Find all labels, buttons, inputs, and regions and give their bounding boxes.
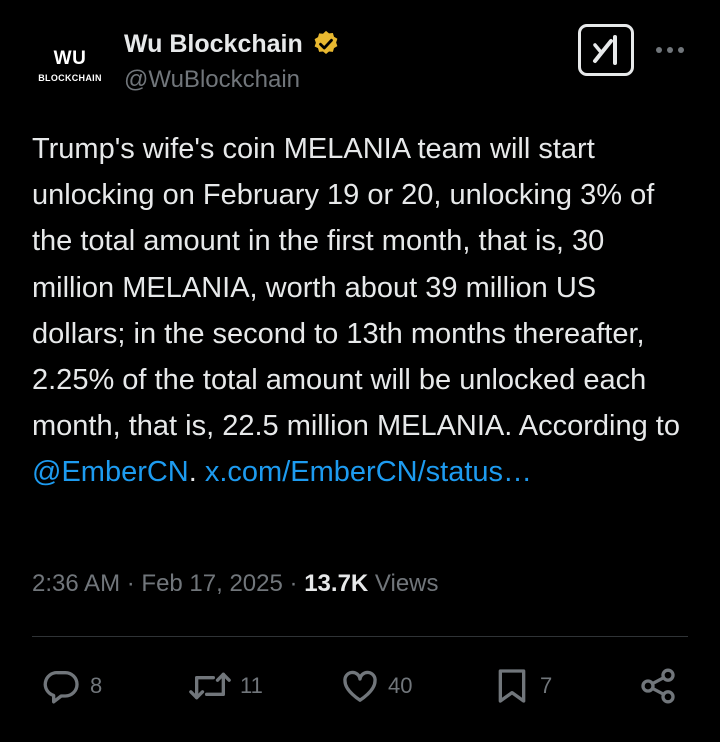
verified-badge-icon	[314, 30, 338, 54]
like-icon	[343, 670, 377, 702]
avatar[interactable]: WU BLOCKCHAIN	[32, 28, 108, 104]
author-names: Wu Blockchain @WuBlockchain	[124, 26, 341, 94]
share-icon	[641, 668, 675, 704]
divider	[32, 636, 688, 637]
reply-icon	[43, 670, 79, 704]
grok-button[interactable]	[578, 24, 634, 76]
tweet-body: Trump's wife's coin MELANIA team will st…	[32, 133, 680, 443]
meta-separator: ·	[126, 570, 135, 597]
views-count[interactable]: 13.7K	[304, 570, 368, 597]
tweet-meta: 2:36 AM · Feb 17, 2025 · 13.7K Views	[32, 570, 439, 598]
avatar-text-wu: WU	[53, 48, 87, 69]
more-icon	[656, 47, 684, 53]
tweet-date[interactable]: Feb 17, 2025	[141, 570, 282, 597]
views-label: Views	[374, 570, 439, 597]
bookmark-count: 7	[540, 673, 553, 698]
reply-count: 8	[90, 673, 103, 698]
tweet-header: WU BLOCKCHAIN Wu Blockchain @WuBlockchai…	[32, 24, 688, 104]
status-link[interactable]: x.com/EmberCN/status…	[205, 456, 532, 488]
repost-icon	[189, 672, 231, 700]
display-name[interactable]: Wu Blockchain	[124, 30, 303, 59]
more-options-button[interactable]	[652, 32, 688, 68]
action-bar: 8 11 40 7	[0, 660, 720, 712]
handle[interactable]: @WuBlockchain	[124, 66, 341, 94]
repost-button[interactable]: 11	[188, 660, 263, 712]
display-name-row: Wu Blockchain	[124, 26, 341, 62]
avatar-text-blockchain: BLOCKCHAIN	[38, 73, 102, 83]
share-button[interactable]	[638, 660, 678, 712]
like-button[interactable]: 40	[340, 660, 412, 712]
tweet-text: Trump's wife's coin MELANIA team will st…	[32, 126, 692, 496]
like-count: 40	[388, 673, 413, 698]
meta-separator-2: ·	[289, 570, 298, 597]
repost-count: 11	[240, 673, 263, 698]
grok-icon	[593, 35, 617, 65]
bookmark-button[interactable]: 7	[492, 660, 552, 712]
reply-button[interactable]: 8	[42, 660, 102, 712]
bookmark-icon	[498, 669, 526, 703]
tweet-time[interactable]: 2:36 AM	[32, 570, 120, 597]
mention-link[interactable]: @EmberCN	[32, 456, 189, 488]
tweet-body-period: .	[188, 456, 197, 489]
